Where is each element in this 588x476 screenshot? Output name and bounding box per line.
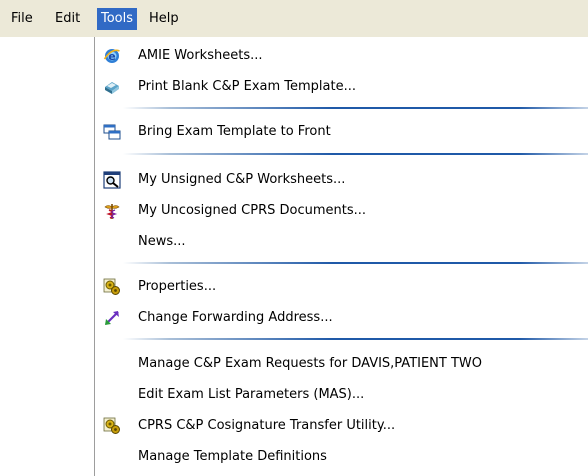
menu-item-properties[interactable]: Properties... — [95, 274, 588, 300]
menu-item-print-blank-template[interactable]: Print Blank C&P Exam Template... — [95, 74, 588, 100]
menu-item-label: News... — [138, 234, 186, 249]
menu-item-bring-template-front[interactable]: Bring Exam Template to Front — [95, 119, 588, 145]
menu-item-amie-worksheets[interactable]: e AMIE Worksheets... — [95, 43, 588, 69]
menu-item-manage-exam-requests[interactable]: Manage C&P Exam Requests for DAVIS,PATIE… — [95, 351, 588, 377]
menu-separator — [123, 338, 588, 340]
menu-file[interactable]: File — [7, 8, 37, 30]
menu-bar: File Edit Tools Help — [0, 0, 588, 37]
menu-item-label: Manage Template Definitions — [138, 449, 327, 464]
menu-item-cosignature-transfer-utility[interactable]: CPRS C&P Cosignature Transfer Utility... — [95, 413, 588, 439]
menu-item-label: My Uncosigned CPRS Documents... — [138, 203, 367, 218]
menu-separator — [123, 262, 588, 264]
menu-tools[interactable]: Tools — [97, 8, 138, 30]
magnifier-doc-icon — [103, 171, 121, 189]
double-arrow-icon — [103, 309, 121, 327]
menu-item-label: Print Blank C&P Exam Template... — [138, 79, 357, 94]
print-book-icon — [103, 78, 121, 96]
menu-item-unsigned-worksheets[interactable]: My Unsigned C&P Worksheets... — [95, 167, 588, 193]
menu-item-label: Change Forwarding Address... — [138, 310, 333, 325]
menu-separator — [123, 107, 588, 109]
menu-help[interactable]: Help — [145, 8, 183, 30]
menu-item-news[interactable]: News... — [95, 229, 588, 255]
menu-item-label: AMIE Worksheets... — [138, 48, 263, 63]
caduceus-icon — [103, 202, 121, 220]
menu-item-manage-template-definitions[interactable]: Manage Template Definitions — [95, 444, 588, 470]
menu-item-label: Properties... — [138, 279, 217, 294]
menu-item-change-forwarding-address[interactable]: Change Forwarding Address... — [95, 305, 588, 331]
menu-item-uncosigned-cprs-documents[interactable]: My Uncosigned CPRS Documents... — [95, 198, 588, 224]
gears-icon — [103, 278, 121, 296]
windows-icon — [103, 123, 121, 141]
menu-item-edit-exam-list-parameters[interactable]: Edit Exam List Parameters (MAS)... — [95, 382, 588, 408]
gears-icon — [103, 417, 121, 435]
menu-item-label: My Unsigned C&P Worksheets... — [138, 172, 346, 187]
menu-item-label: Edit Exam List Parameters (MAS)... — [138, 387, 365, 402]
menu-edit[interactable]: Edit — [51, 8, 84, 30]
menu-item-label: CPRS C&P Cosignature Transfer Utility... — [138, 418, 396, 433]
tools-dropdown-menu: e AMIE Worksheets... Print Blank C&P Exa… — [94, 37, 588, 476]
ie-globe-icon: e — [103, 47, 121, 65]
menu-separator — [123, 153, 588, 155]
menu-item-label: Manage C&P Exam Requests for DAVIS,PATIE… — [138, 356, 483, 371]
menu-item-label: Bring Exam Template to Front — [138, 124, 331, 139]
